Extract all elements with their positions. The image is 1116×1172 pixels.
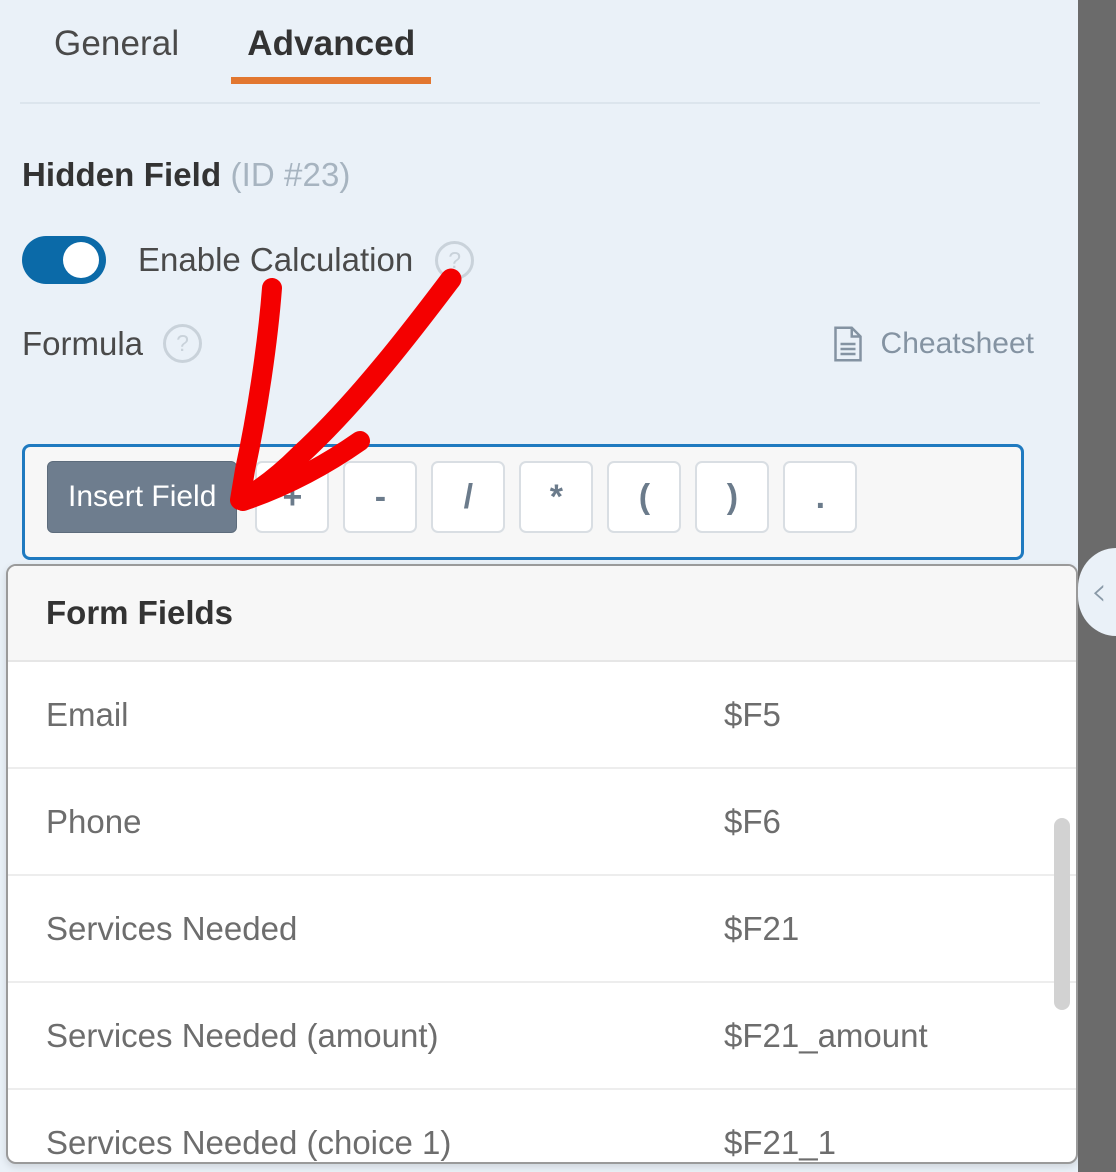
field-name: Services Needed (choice 1) — [46, 1123, 452, 1161]
insert-field-dropdown: Form Fields Email $F5 Phone $F6 Services… — [6, 564, 1078, 1164]
dropdown-scrollbar[interactable] — [1054, 818, 1070, 1010]
formula-input-box[interactable]: Insert Field + - / * ( ) . — [22, 444, 1024, 560]
formula-toolbar: Insert Field + - / * ( ) . — [25, 447, 1021, 533]
dropdown-header: Form Fields — [8, 566, 1076, 662]
tab-advanced[interactable]: Advanced — [213, 0, 449, 84]
field-name: Services Needed (amount) — [46, 1016, 439, 1054]
field-token: $F6 — [724, 802, 781, 840]
field-token: $F21_1 — [724, 1123, 836, 1161]
field-token: $F21 — [724, 909, 800, 947]
field-token: $F21_amount — [724, 1016, 928, 1054]
list-item[interactable]: Services Needed $F21 — [8, 876, 1076, 983]
field-title-text: Hidden Field — [22, 156, 222, 193]
page-title: Hidden Field (ID #23) — [22, 156, 1078, 194]
operator-button-plus[interactable]: + — [255, 461, 330, 533]
tabs-divider — [20, 102, 1040, 104]
operator-button-minus[interactable]: - — [343, 461, 418, 533]
operator-button-open-paren[interactable]: ( — [607, 461, 682, 533]
tab-general[interactable]: General — [20, 0, 213, 64]
toggle-knob — [63, 242, 99, 278]
help-icon[interactable]: ? — [435, 240, 475, 280]
chevron-left-icon: ‹ — [1091, 569, 1107, 615]
field-name: Email — [46, 695, 129, 733]
enable-calculation-row: Enable Calculation ? — [22, 236, 1078, 284]
cheatsheet-label: Cheatsheet — [880, 326, 1034, 360]
field-token: $F5 — [724, 695, 781, 733]
operator-button-decimal[interactable]: . — [783, 461, 858, 533]
operator-button-multiply[interactable]: * — [519, 461, 594, 533]
document-icon — [833, 326, 862, 361]
list-item[interactable]: Phone $F6 — [8, 769, 1076, 876]
field-id-text: (ID #23) — [230, 156, 351, 193]
operator-button-divide[interactable]: / — [431, 461, 506, 533]
enable-calculation-label: Enable Calculation — [138, 241, 414, 278]
help-icon[interactable]: ? — [163, 324, 203, 363]
list-item[interactable]: Services Needed (amount) $F21_amount — [8, 983, 1076, 1090]
field-settings-panel: General Advanced Hidden Field (ID #23) E… — [0, 0, 1078, 1172]
cheatsheet-link[interactable]: Cheatsheet — [833, 326, 1034, 362]
operator-button-close-paren[interactable]: ) — [695, 461, 770, 533]
field-name: Phone — [46, 802, 142, 840]
insert-field-button[interactable]: Insert Field — [47, 461, 238, 533]
formula-label-row: Formula ? Cheatsheet — [22, 324, 1056, 363]
enable-calculation-toggle[interactable] — [22, 236, 106, 284]
list-item[interactable]: Email $F5 — [8, 662, 1076, 769]
formula-label: Formula — [22, 324, 144, 362]
field-name: Services Needed — [46, 909, 298, 947]
list-item[interactable]: Services Needed (choice 1) $F21_1 — [8, 1090, 1076, 1162]
settings-tabs: General Advanced — [0, 0, 1078, 104]
